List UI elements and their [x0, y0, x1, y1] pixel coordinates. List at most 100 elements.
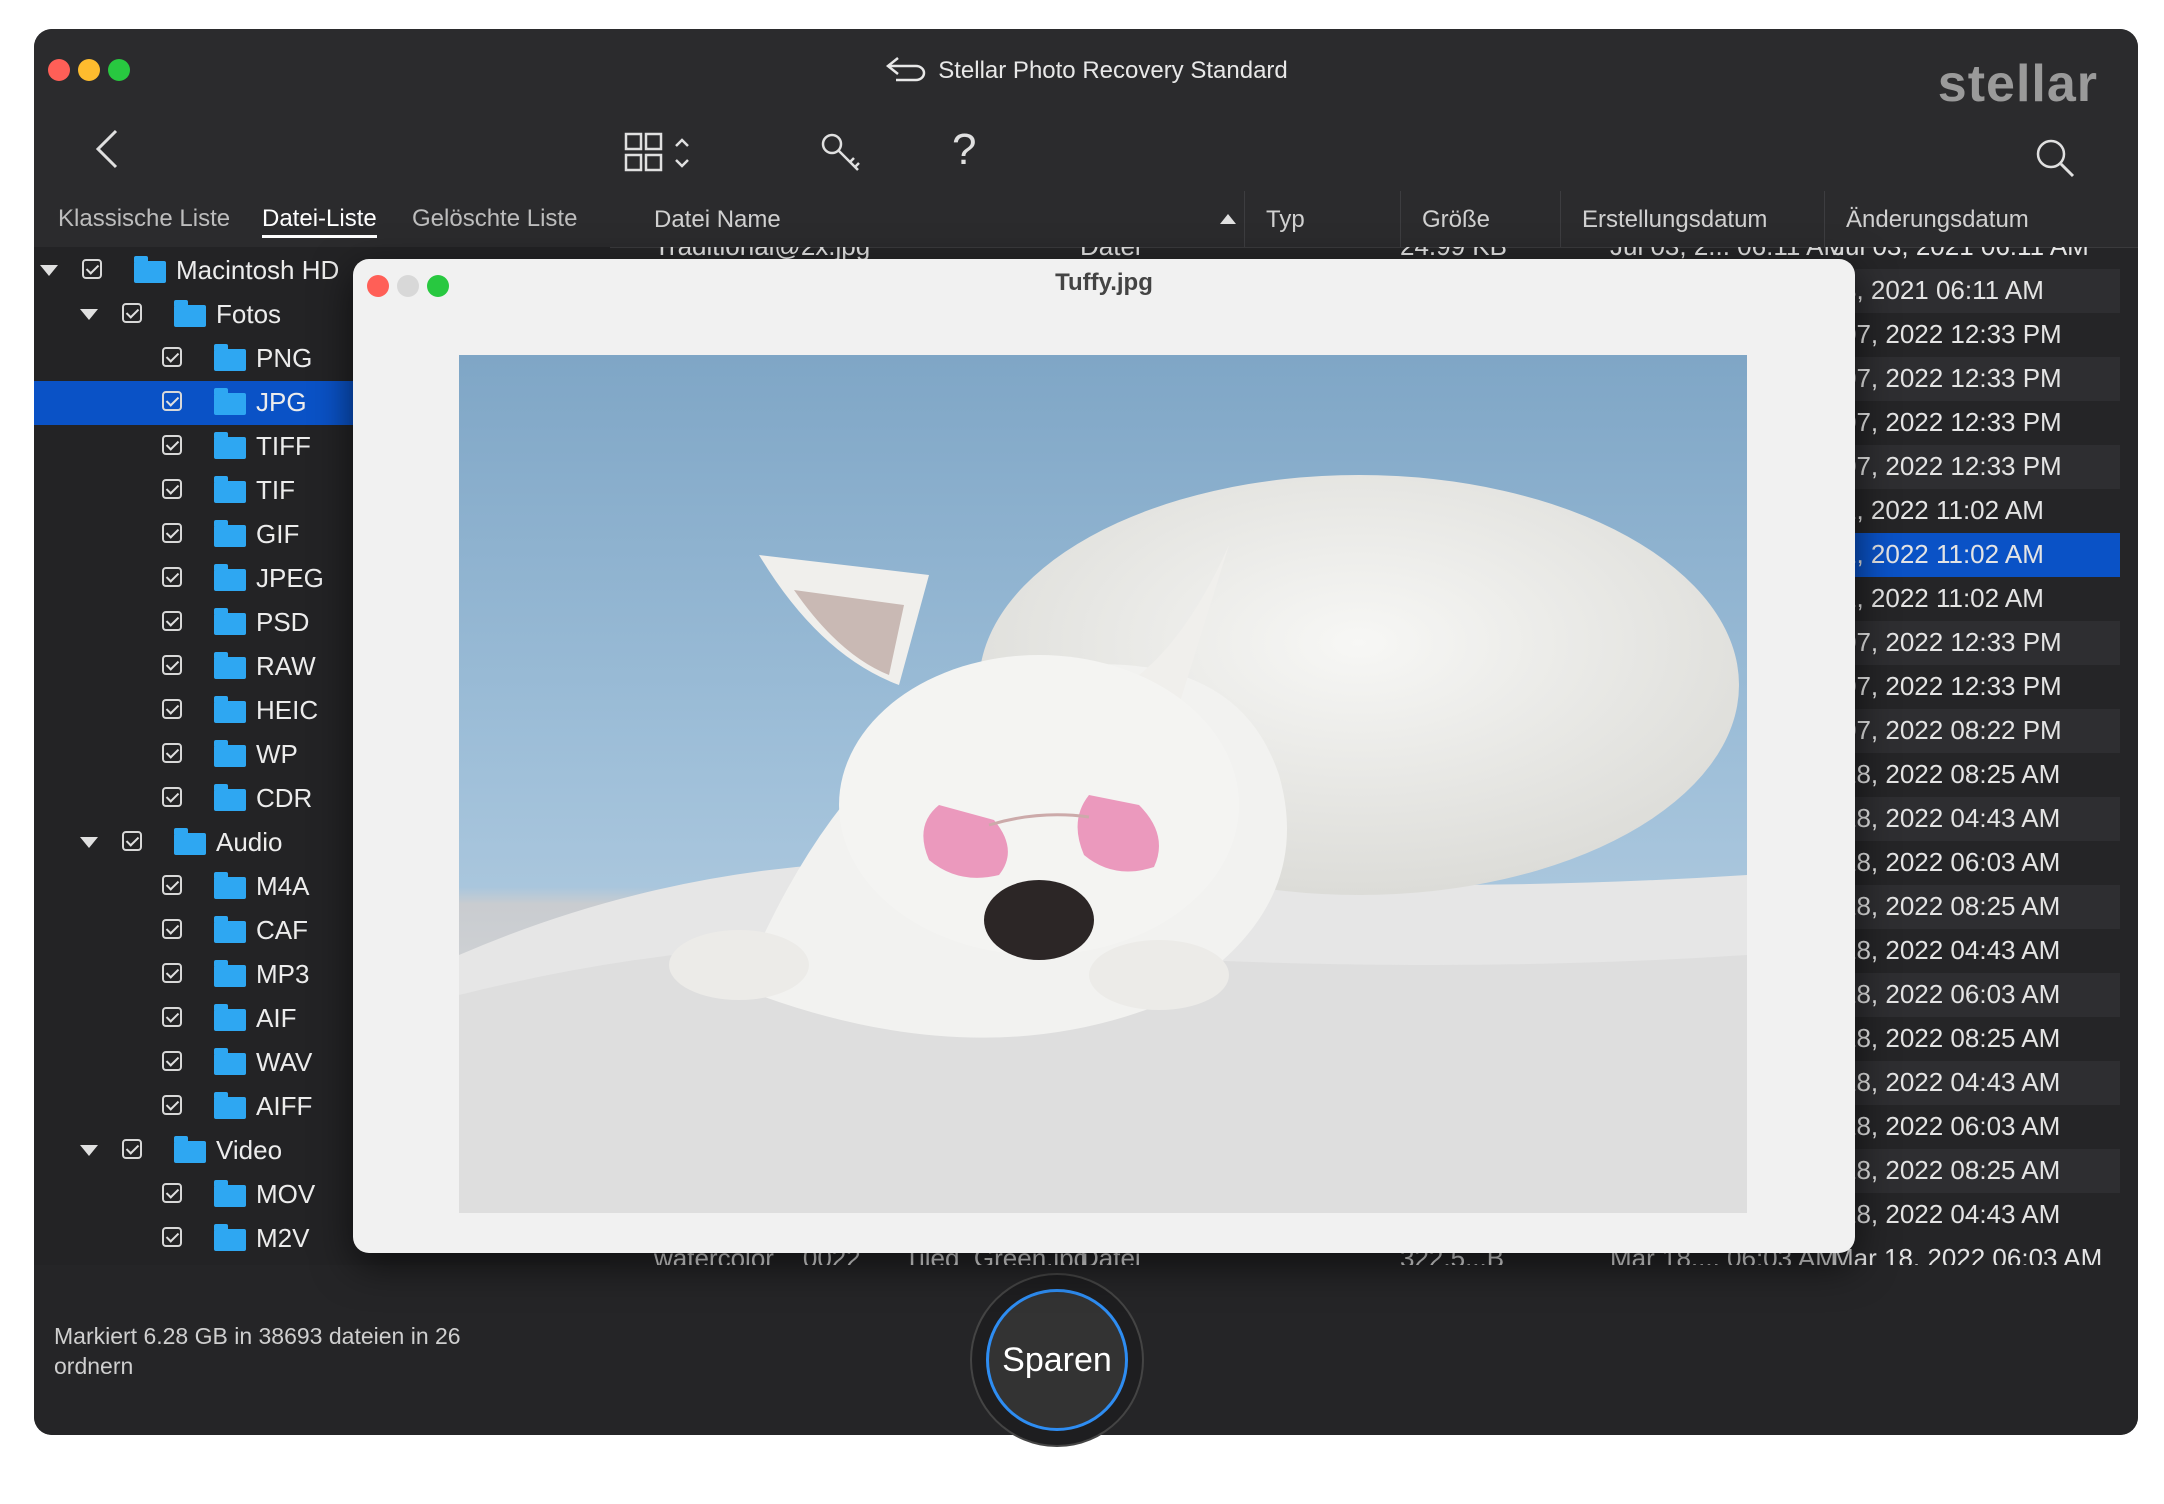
checkbox[interactable]	[162, 1051, 182, 1071]
tree-item-label: Audio	[216, 827, 283, 857]
save-button-label: Sparen	[986, 1289, 1128, 1431]
folder-icon	[214, 740, 246, 767]
preview-title: Tuffy.jpg	[1055, 269, 1153, 296]
checkbox[interactable]	[162, 1095, 182, 1115]
save-button[interactable]: Sparen	[972, 1275, 1142, 1445]
checkbox[interactable]	[162, 611, 182, 631]
tree-item-label: HEIC	[256, 695, 319, 725]
checkbox[interactable]	[162, 1183, 182, 1203]
modified-cell: 18, 2022 04:43 AM	[1842, 935, 2061, 965]
folder-icon	[214, 1180, 246, 1207]
title-bar: Stellar Photo Recovery Standard stellar …	[34, 29, 2138, 191]
checkbox[interactable]	[162, 1227, 182, 1247]
checkbox[interactable]	[82, 259, 102, 279]
stellar-logo: stellar	[1937, 55, 2098, 113]
disclosure-triangle-icon[interactable]	[40, 265, 58, 276]
recovery-icon	[884, 54, 928, 89]
modified-cell: 1, 2022 11:02 AM	[1842, 583, 2044, 613]
checkbox[interactable]	[162, 479, 182, 499]
folder-icon	[214, 1092, 246, 1119]
checkbox[interactable]	[162, 787, 182, 807]
column-typ[interactable]: Typ	[1266, 206, 1305, 234]
tree-item-label: AIF	[256, 1003, 297, 1033]
search-icon[interactable]	[2034, 137, 2076, 184]
folder-icon	[214, 476, 246, 503]
checkbox[interactable]	[162, 391, 182, 411]
checkbox[interactable]	[122, 831, 142, 851]
disclosure-triangle-icon[interactable]	[80, 1145, 98, 1156]
modified-cell: 18, 2022 06:03 AM	[1842, 847, 2061, 877]
folder-icon	[174, 828, 206, 855]
tree-item-label: WAV	[256, 1047, 313, 1077]
modified-cell: 18, 2022 08:25 AM	[1842, 759, 2061, 789]
column-groesse[interactable]: Größe	[1422, 206, 1490, 234]
checkbox[interactable]	[162, 743, 182, 763]
tree-item-label: Fotos	[216, 299, 282, 329]
modified-cell: 18, 2022 08:25 AM	[1842, 891, 2061, 921]
modified-cell: 07, 2022 12:33 PM	[1842, 363, 2062, 393]
disclosure-triangle-icon[interactable]	[80, 309, 98, 320]
sort-ascending-icon[interactable]	[1220, 214, 1236, 224]
tree-item-label: JPEG	[256, 563, 324, 593]
modified-cell: 18, 2022 06:03 AM	[1842, 979, 2061, 1009]
column-divider[interactable]	[1244, 191, 1245, 247]
tree-item-label: WP	[256, 739, 298, 769]
checkbox[interactable]	[162, 347, 182, 367]
disclosure-triangle-icon[interactable]	[80, 837, 98, 848]
column-divider[interactable]	[1400, 191, 1401, 247]
modified-cell: 18, 2022 04:43 AM	[1842, 1199, 2061, 1229]
folder-icon	[214, 1004, 246, 1031]
help-icon[interactable]: ?	[952, 125, 976, 175]
tree-item-label: AIFF	[256, 1091, 313, 1121]
column-divider[interactable]	[1824, 191, 1825, 247]
tree-item-label: Macintosh HD	[176, 255, 340, 285]
folder-icon	[214, 1048, 246, 1075]
column-divider[interactable]	[1560, 191, 1561, 247]
modified-cell: 07, 2022 12:33 PM	[1842, 671, 2062, 701]
tab-geloeschte-liste[interactable]: Gelöschte Liste	[412, 205, 577, 233]
checkbox[interactable]	[162, 655, 182, 675]
column-erstellungsdatum[interactable]: Erstellungsdatum	[1582, 206, 1767, 234]
folder-icon	[214, 520, 246, 547]
tree-item-label: RAW	[256, 651, 316, 681]
status-text: Markiert 6.28 GB in 38693 dateien in 26 …	[54, 1323, 461, 1379]
checkbox[interactable]	[122, 1139, 142, 1159]
checkbox[interactable]	[162, 919, 182, 939]
folder-icon	[214, 960, 246, 987]
checkbox[interactable]	[162, 435, 182, 455]
chevron-left-icon[interactable]	[92, 127, 122, 176]
modified-cell: 07, 2022 08:22 PM	[1842, 715, 2062, 745]
checkbox[interactable]	[162, 523, 182, 543]
view-tabs: Klassische Liste Datei-Liste Gelöschte L…	[34, 191, 610, 248]
dog-photo	[459, 475, 1747, 1213]
folder-icon	[214, 608, 246, 635]
folder-icon	[134, 256, 166, 283]
modified-cell: 18, 2022 08:25 AM	[1842, 1155, 2061, 1185]
column-datei-name[interactable]: Datei Name	[654, 206, 781, 234]
grid-view-icon[interactable]	[624, 132, 704, 179]
tab-datei-liste[interactable]: Datei-Liste	[262, 205, 377, 238]
checkbox[interactable]	[162, 567, 182, 587]
modified-cell: 1, 2022 11:02 AM	[1842, 539, 2044, 569]
modified-cell: 1, 2022 11:02 AM	[1842, 495, 2044, 525]
tree-item-label: MP3	[256, 959, 310, 989]
checkbox[interactable]	[122, 303, 142, 323]
checkbox[interactable]	[162, 963, 182, 983]
modified-cell: Mar 18, 2022 06:03 AM	[1832, 1243, 2103, 1265]
tab-klassische-liste[interactable]: Klassische Liste	[58, 205, 230, 233]
preview-dialog: Tuffy.jpg	[353, 259, 1855, 1253]
checkbox[interactable]	[162, 875, 182, 895]
checkbox[interactable]	[162, 699, 182, 719]
folder-icon	[214, 344, 246, 371]
modified-cell: 18, 2022 08:25 AM	[1842, 1023, 2061, 1053]
folder-icon	[174, 1136, 206, 1163]
column-aenderungsdatum[interactable]: Änderungsdatum	[1846, 206, 2029, 234]
window-title-text: Stellar Photo Recovery Standard	[938, 56, 1288, 84]
modified-cell: 07, 2022 12:33 PM	[1842, 319, 2062, 349]
key-icon[interactable]	[820, 132, 864, 181]
folder-icon	[174, 300, 206, 327]
checkbox[interactable]	[162, 1007, 182, 1027]
tree-item-label: JPG	[256, 387, 307, 417]
modified-cell: 18, 2022 06:03 AM	[1842, 1111, 2061, 1141]
modified-cell: 07, 2022 12:33 PM	[1842, 627, 2062, 657]
